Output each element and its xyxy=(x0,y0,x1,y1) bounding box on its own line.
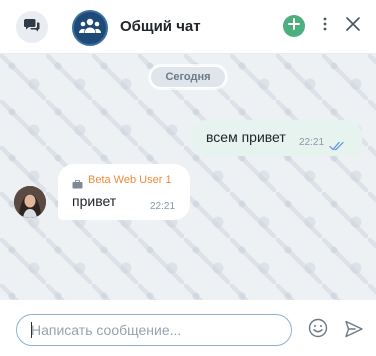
group-avatar[interactable] xyxy=(72,10,108,46)
double-check-icon xyxy=(329,138,345,151)
add-button[interactable] xyxy=(283,15,305,37)
incoming-message[interactable]: Beta Web User 1 привет 22:21 xyxy=(58,164,190,220)
chat-widget: Общий чат Сегодня всем привет 22:21 Beta… xyxy=(0,0,376,356)
avatar[interactable] xyxy=(14,186,46,218)
chat-header: Общий чат xyxy=(0,0,376,54)
message-text: всем привет xyxy=(206,129,286,145)
sender-name[interactable]: Beta Web User 1 xyxy=(88,174,172,186)
date-separator: Сегодня xyxy=(150,66,226,88)
message-time: 22:21 xyxy=(299,137,325,148)
close-button[interactable] xyxy=(344,16,362,36)
briefcase-icon xyxy=(72,176,83,189)
message-input[interactable] xyxy=(16,314,292,346)
vertical-dots-icon xyxy=(323,17,327,36)
send-icon xyxy=(344,319,364,344)
emoji-button[interactable] xyxy=(307,318,329,343)
plus-icon xyxy=(288,17,300,35)
chats-list-button[interactable] xyxy=(16,11,48,43)
group-users-icon xyxy=(78,17,102,40)
outgoing-message[interactable]: всем привет 22:21 xyxy=(191,120,362,156)
text-caret xyxy=(31,322,32,338)
send-button[interactable] xyxy=(343,320,365,342)
chat-title: Общий чат xyxy=(120,18,201,35)
message-list[interactable]: Сегодня всем привет 22:21 Beta Web User … xyxy=(0,54,376,300)
more-options-button[interactable] xyxy=(318,15,332,37)
composer xyxy=(0,300,376,356)
message-time: 22:21 xyxy=(150,201,176,212)
smiley-icon xyxy=(308,318,328,343)
message-text: привет xyxy=(72,193,117,209)
close-icon xyxy=(346,16,360,36)
chat-bubbles-icon xyxy=(23,16,41,39)
